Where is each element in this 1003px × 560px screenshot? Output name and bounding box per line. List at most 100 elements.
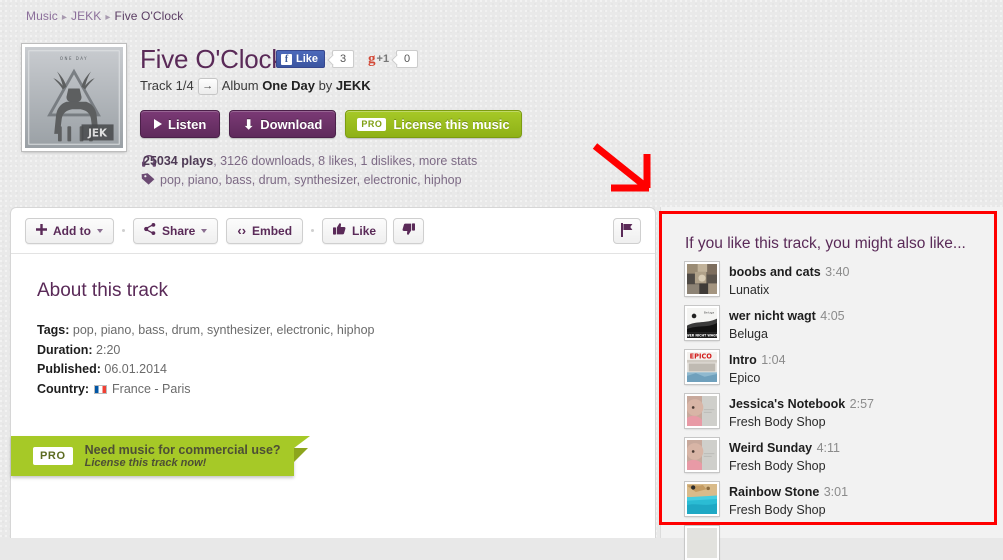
track-info: Weird Sunday 4:11 Fresh Body Shop bbox=[729, 438, 840, 473]
play-icon bbox=[154, 119, 162, 129]
track-thumbnail[interactable] bbox=[684, 261, 720, 297]
track-title[interactable]: Rainbow Stone bbox=[729, 485, 819, 499]
pro-ribbon-text: Need music for commercial use? License t… bbox=[85, 443, 281, 470]
list-item[interactable]: Jessica's Notebook 2:57 Fresh Body Shop bbox=[684, 393, 1003, 429]
flag-icon bbox=[620, 222, 634, 240]
license-label: License this music bbox=[393, 116, 510, 132]
beach-artwork-icon bbox=[687, 484, 717, 514]
track-artist[interactable]: Epico bbox=[729, 371, 786, 385]
album-name-link[interactable]: One Day bbox=[262, 78, 315, 93]
dislike-button[interactable] bbox=[393, 217, 425, 244]
track-title[interactable]: Jessica's Notebook bbox=[729, 397, 845, 411]
breadcrumb-item-music[interactable]: Music bbox=[26, 9, 58, 23]
track-title-row: Weird Sunday 4:11 bbox=[729, 439, 840, 457]
license-music-button[interactable]: PRO License this music bbox=[345, 110, 522, 138]
track-artist[interactable]: Fresh Body Shop bbox=[729, 415, 874, 429]
facebook-like-count: 3 bbox=[332, 50, 355, 68]
add-to-button[interactable]: Add to bbox=[25, 217, 114, 244]
listen-button[interactable]: Listen bbox=[140, 110, 221, 138]
track-artist[interactable]: Lunatix bbox=[729, 283, 849, 297]
track-title-row: wer nicht wagt 4:05 bbox=[729, 307, 845, 325]
track-info: Jessica's Notebook 2:57 Fresh Body Shop bbox=[729, 394, 874, 429]
action-toolbar: Add to Share ‹› Embed Like bbox=[11, 208, 655, 254]
track-title-row: Rainbow Stone 3:01 bbox=[729, 483, 848, 501]
chevron-down-icon-share bbox=[201, 228, 208, 233]
google-plus-icon: g bbox=[368, 50, 376, 67]
track-stats: 25034 plays, 3126 downloads, 8 likes, 1 … bbox=[143, 154, 477, 168]
about-key-tags: Tags: bbox=[37, 323, 70, 337]
about-value-tags[interactable]: pop, piano, bass, drum, synthesizer, ele… bbox=[73, 323, 375, 337]
svg-text:WER NICHT WAGT: WER NICHT WAGT bbox=[687, 334, 717, 338]
like-button[interactable]: Like bbox=[322, 217, 388, 244]
track-thumbnail[interactable]: WER NICHT WAGT Beluga bbox=[684, 305, 720, 341]
collage-artwork-icon bbox=[687, 264, 717, 294]
track-info: Rainbow Stone 3:01 Fresh Body Shop bbox=[729, 482, 848, 517]
tag-icon bbox=[141, 173, 155, 188]
list-item[interactable]: boobs and cats 3:40 Lunatix bbox=[684, 261, 1003, 297]
track-thumbnail[interactable] bbox=[684, 481, 720, 517]
pro-ribbon-badge: PRO bbox=[33, 447, 73, 465]
artist-name-link[interactable]: JEKK bbox=[336, 78, 371, 93]
track-tags[interactable]: pop, piano, bass, drum, synthesizer, ele… bbox=[160, 173, 462, 187]
track-thumbnail-partial[interactable] bbox=[684, 525, 720, 560]
track-title[interactable]: wer nicht wagt bbox=[729, 309, 816, 323]
track-thumbnail[interactable]: EPICO bbox=[684, 349, 720, 385]
partial-artwork-icon bbox=[687, 528, 717, 558]
thumbs-down-icon bbox=[402, 223, 416, 238]
list-item[interactable]: WER NICHT WAGT Beluga wer nicht wagt 4:0… bbox=[684, 305, 1003, 341]
track-title[interactable]: Intro bbox=[729, 353, 757, 367]
baby-artwork-icon bbox=[687, 396, 717, 426]
pro-promo-ribbon[interactable]: PRO Need music for commercial use? Licen… bbox=[11, 436, 294, 476]
social-widgets: f Like 3 g +1 0 bbox=[276, 50, 419, 68]
download-button[interactable]: ⬇ Download bbox=[229, 110, 337, 138]
track-artist[interactable]: Fresh Body Shop bbox=[729, 459, 840, 473]
track-thumbnail[interactable] bbox=[684, 437, 720, 473]
next-track-button[interactable]: → bbox=[197, 78, 218, 96]
page-title: Five O'Clock bbox=[140, 44, 285, 74]
main-content-panel: Add to Share ‹› Embed Like About this tr… bbox=[10, 207, 656, 538]
toolbar-divider-dot-2 bbox=[311, 229, 315, 232]
listen-label: Listen bbox=[168, 116, 207, 132]
share-button[interactable]: Share bbox=[133, 217, 219, 244]
album-cover-image[interactable]: ONE DAY JEK bbox=[21, 43, 127, 152]
about-row-published: Published: 06.01.2014 bbox=[37, 360, 655, 380]
report-flag-button[interactable] bbox=[613, 218, 641, 244]
thumbs-up-icon bbox=[333, 223, 346, 238]
about-key-published: Published: bbox=[37, 362, 101, 376]
download-label: Download bbox=[260, 116, 323, 132]
google-plus-button[interactable]: g +1 bbox=[368, 50, 389, 68]
recommendations-sidebar: If you like this track, you might also l… bbox=[660, 207, 1003, 560]
about-key-country: Country: bbox=[37, 381, 90, 396]
track-title-row: Jessica's Notebook 2:57 bbox=[729, 395, 874, 413]
france-flag-icon bbox=[93, 384, 107, 394]
recommendations-heading: If you like this track, you might also l… bbox=[685, 235, 966, 252]
track-artist[interactable]: Fresh Body Shop bbox=[729, 503, 848, 517]
add-to-label: Add to bbox=[53, 223, 91, 238]
pro-ribbon-line1: Need music for commercial use? bbox=[84, 442, 281, 457]
list-item[interactable]: EPICO Intro 1:04 Epico bbox=[684, 349, 1003, 385]
like-label: Like bbox=[352, 223, 377, 238]
list-item[interactable]: Rainbow Stone 3:01 Fresh Body Shop bbox=[684, 481, 1003, 517]
list-item-partial[interactable] bbox=[684, 525, 1003, 560]
breadcrumb-item-artist[interactable]: JEKK bbox=[71, 9, 101, 23]
embed-button[interactable]: ‹› Embed bbox=[226, 217, 304, 244]
by-word: by bbox=[318, 78, 333, 93]
ribbon-tail-shape bbox=[294, 436, 310, 448]
about-row-duration: Duration: 2:20 bbox=[37, 341, 655, 361]
share-icon bbox=[144, 223, 156, 238]
breadcrumb-separator: ▸ bbox=[61, 12, 67, 23]
track-title[interactable]: boobs and cats bbox=[729, 265, 821, 279]
stats-details-link[interactable]: , 3126 downloads, 8 likes, 1 dislikes, m… bbox=[213, 154, 477, 168]
track-artist[interactable]: Beluga bbox=[729, 327, 845, 341]
list-item[interactable]: Weird Sunday 4:11 Fresh Body Shop bbox=[684, 437, 1003, 473]
svg-text:JEK: JEK bbox=[87, 128, 108, 140]
pro-badge-icon: PRO bbox=[357, 117, 387, 131]
track-thumbnail[interactable] bbox=[684, 393, 720, 429]
track-title-row: boobs and cats 3:40 bbox=[729, 263, 849, 281]
track-duration: 1:04 bbox=[761, 353, 786, 367]
track-info: boobs and cats 3:40 Lunatix bbox=[729, 262, 849, 297]
track-title[interactable]: Weird Sunday bbox=[729, 441, 812, 455]
about-row-tags: Tags: pop, piano, bass, drum, synthesize… bbox=[37, 321, 655, 341]
track-title-row: Intro 1:04 bbox=[729, 351, 786, 369]
facebook-like-button[interactable]: f Like bbox=[276, 50, 326, 68]
